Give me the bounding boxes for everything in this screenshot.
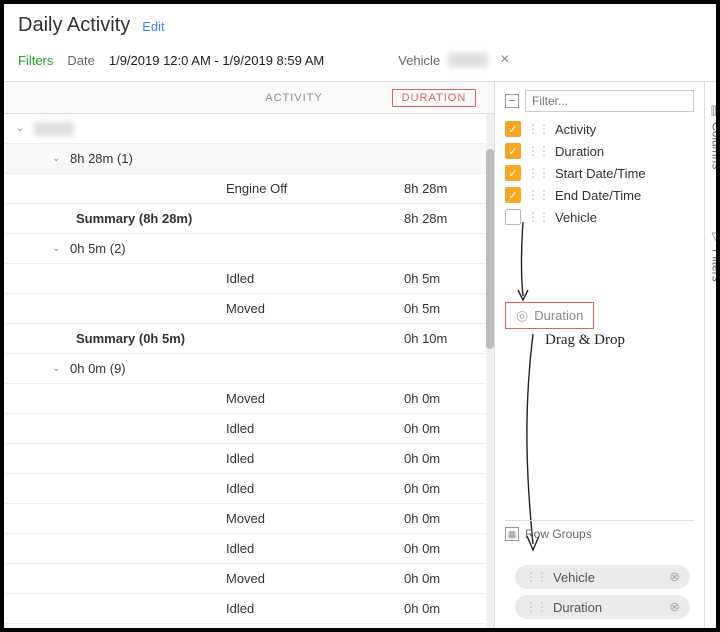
date-range-value[interactable]: 1/9/2019 12:0 AM - 1/9/2019 8:59 AM — [109, 53, 324, 68]
columns-panel: − ✓ ⋮⋮ Activity ✓ ⋮⋮ Duration ✓ ⋮⋮ Start Date/Ti… — [495, 82, 704, 632]
remove-icon[interactable]: ⊗ — [669, 569, 680, 585]
cell-activity: Idled — [226, 541, 404, 556]
remove-icon[interactable]: ⊗ — [669, 599, 680, 615]
cell-activity: Idled — [226, 271, 404, 286]
column-filter-input[interactable] — [525, 90, 694, 112]
cell-duration: 0h 0m — [404, 511, 494, 526]
cell-activity: Moved — [226, 391, 404, 406]
tab-columns[interactable]: ▥ Columns — [710, 102, 720, 169]
date-label: Date — [67, 53, 94, 68]
scrollbar-thumb[interactable] — [486, 149, 494, 349]
data-grid: ACTIVITY DURATION ⌄ ⌄ 8h 28 — [4, 82, 494, 632]
group-label: 0h 5m (2) — [70, 241, 126, 256]
page-title: Daily Activity — [18, 14, 130, 37]
eye-off-icon: ◎ — [516, 307, 528, 324]
clear-vehicle-icon[interactable]: × — [496, 51, 513, 69]
column-name: Activity — [555, 122, 596, 137]
cell-duration: 0h 0m — [404, 481, 494, 496]
cell-duration: 0h 5m — [404, 301, 494, 316]
cell-activity: Idled — [226, 481, 404, 496]
grid-body[interactable]: ⌄ ⌄ 8h 28m (1) Engine Off 8h 28 — [4, 114, 494, 632]
drag-handle-icon[interactable]: ⋮⋮ — [525, 570, 547, 584]
vehicle-value-blurred — [448, 53, 488, 67]
column-header-duration[interactable]: DURATION — [392, 89, 476, 107]
cell-activity: Idled — [226, 421, 404, 436]
summary-label: Summary (0h 5m) — [16, 331, 226, 346]
group-vehicle-blurred — [34, 122, 74, 136]
row-groups-icon: ▦ — [505, 527, 519, 541]
edit-link[interactable]: Edit — [142, 19, 164, 34]
cell-activity: Moved — [226, 301, 404, 316]
cell-duration: 0h 0m — [404, 571, 494, 586]
row-group-name: Vehicle — [553, 570, 595, 585]
checkbox-icon[interactable]: ✓ — [505, 143, 521, 159]
column-name: End Date/Time — [555, 188, 641, 203]
cell-activity: Moved — [226, 571, 404, 586]
checkbox-icon[interactable]: ✓ — [505, 121, 521, 137]
column-name: Start Date/Time — [555, 166, 646, 181]
row-group-chip-vehicle[interactable]: ⋮⋮ Vehicle ⊗ — [515, 565, 690, 589]
group-label: 0h 0m (9) — [70, 361, 126, 376]
checkbox-icon[interactable]: ✓ — [505, 187, 521, 203]
cell-duration: 8h 28m — [404, 181, 494, 196]
vehicle-label: Vehicle — [398, 53, 440, 68]
chevron-down-icon[interactable]: ⌄ — [52, 243, 62, 254]
cell-activity: Engine Off — [226, 181, 404, 196]
columns-icon: ▥ — [710, 102, 720, 118]
row-group-chip-duration[interactable]: ⋮⋮ Duration ⊗ — [515, 595, 690, 619]
drag-handle-icon[interactable]: ⋮⋮ — [527, 144, 549, 158]
column-header-activity[interactable]: ACTIVITY — [214, 92, 374, 104]
cell-duration: 0h 0m — [404, 601, 494, 616]
filters-label[interactable]: Filters — [18, 53, 53, 68]
tab-filters[interactable]: ▽ Filters — [710, 229, 720, 282]
column-toggle-end-date-time[interactable]: ✓ ⋮⋮ End Date/Time — [505, 184, 694, 206]
cell-duration: 0h 5m — [404, 271, 494, 286]
collapse-toggle-icon[interactable]: − — [505, 94, 519, 108]
drag-ghost-duration[interactable]: ◎ Duration — [505, 302, 594, 329]
summary-label: Summary (8h 28m) — [16, 211, 226, 226]
chevron-down-icon[interactable]: ⌄ — [16, 123, 26, 134]
column-toggle-start-date-time[interactable]: ✓ ⋮⋮ Start Date/Time — [505, 162, 694, 184]
column-name: Duration — [555, 144, 604, 159]
annotation-drag-drop: Drag & Drop — [545, 332, 625, 349]
cell-duration: 0h 0m — [404, 391, 494, 406]
cell-activity: Idled — [226, 451, 404, 466]
filter-icon: ▽ — [712, 229, 720, 245]
group-label: 8h 28m (1) — [70, 151, 133, 166]
annotation-arrow — [515, 222, 535, 304]
cell-duration: 0h 0m — [404, 421, 494, 436]
column-toggle-duration[interactable]: ✓ ⋮⋮ Duration — [505, 140, 694, 162]
cell-activity: Moved — [226, 511, 404, 526]
drag-handle-icon[interactable]: ⋮⋮ — [525, 600, 547, 614]
checkbox-icon[interactable]: ✓ — [505, 165, 521, 181]
drag-ghost-label: Duration — [534, 308, 583, 323]
chevron-down-icon[interactable]: ⌄ — [52, 363, 62, 374]
cell-duration: 0h 0m — [404, 451, 494, 466]
chevron-down-icon[interactable]: ⌄ — [52, 153, 62, 164]
row-groups-label: Row Groups — [525, 527, 592, 541]
summary-duration: 8h 28m — [404, 211, 494, 226]
drag-handle-icon[interactable]: ⋮⋮ — [527, 166, 549, 180]
drag-handle-icon[interactable]: ⋮⋮ — [527, 188, 549, 202]
drag-handle-icon[interactable]: ⋮⋮ — [527, 122, 549, 136]
row-group-name: Duration — [553, 600, 602, 615]
cell-duration: 0h 0m — [404, 541, 494, 556]
column-toggle-activity[interactable]: ✓ ⋮⋮ Activity — [505, 118, 694, 140]
summary-duration: 0h 10m — [404, 331, 494, 346]
column-name: Vehicle — [555, 210, 597, 225]
cell-activity: Idled — [226, 601, 404, 616]
